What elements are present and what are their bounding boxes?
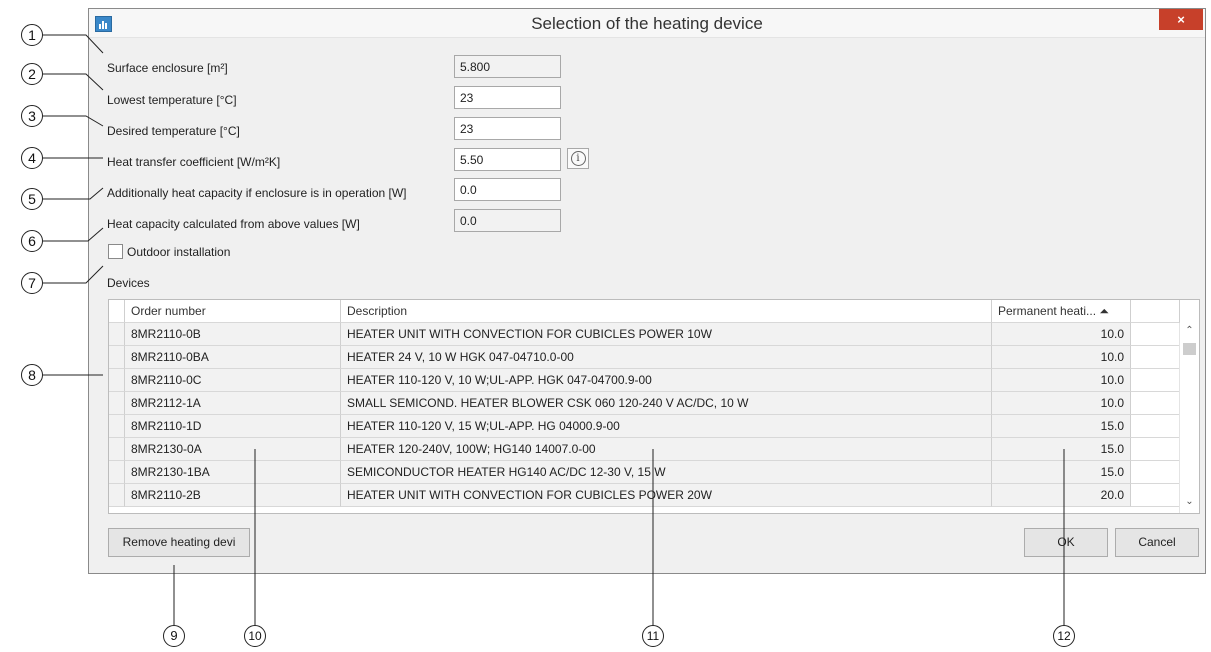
callout-badge-2: 2 [21,63,43,85]
callout-badge-1: 1 [21,24,43,46]
callout-badge-5: 5 [21,188,43,210]
callout-line-5 [43,187,104,200]
callout-line-6 [43,227,104,242]
callout-line-7 [43,265,104,284]
callout-badge-6: 6 [21,230,43,252]
callout-line-1 [43,34,104,54]
callout-badge-11: 11 [642,625,664,647]
callout-badge-8: 8 [21,364,43,386]
callout-badge-9: 9 [163,625,185,647]
callout-badge-10: 10 [244,625,266,647]
callout-line-3 [43,115,104,127]
callout-line-2 [43,73,104,91]
callout-badge-4: 4 [21,147,43,169]
callout-badge-7: 7 [21,272,43,294]
callout-badge-12: 12 [1053,625,1075,647]
callout-badge-3: 3 [21,105,43,127]
callout-lines [43,34,1065,625]
